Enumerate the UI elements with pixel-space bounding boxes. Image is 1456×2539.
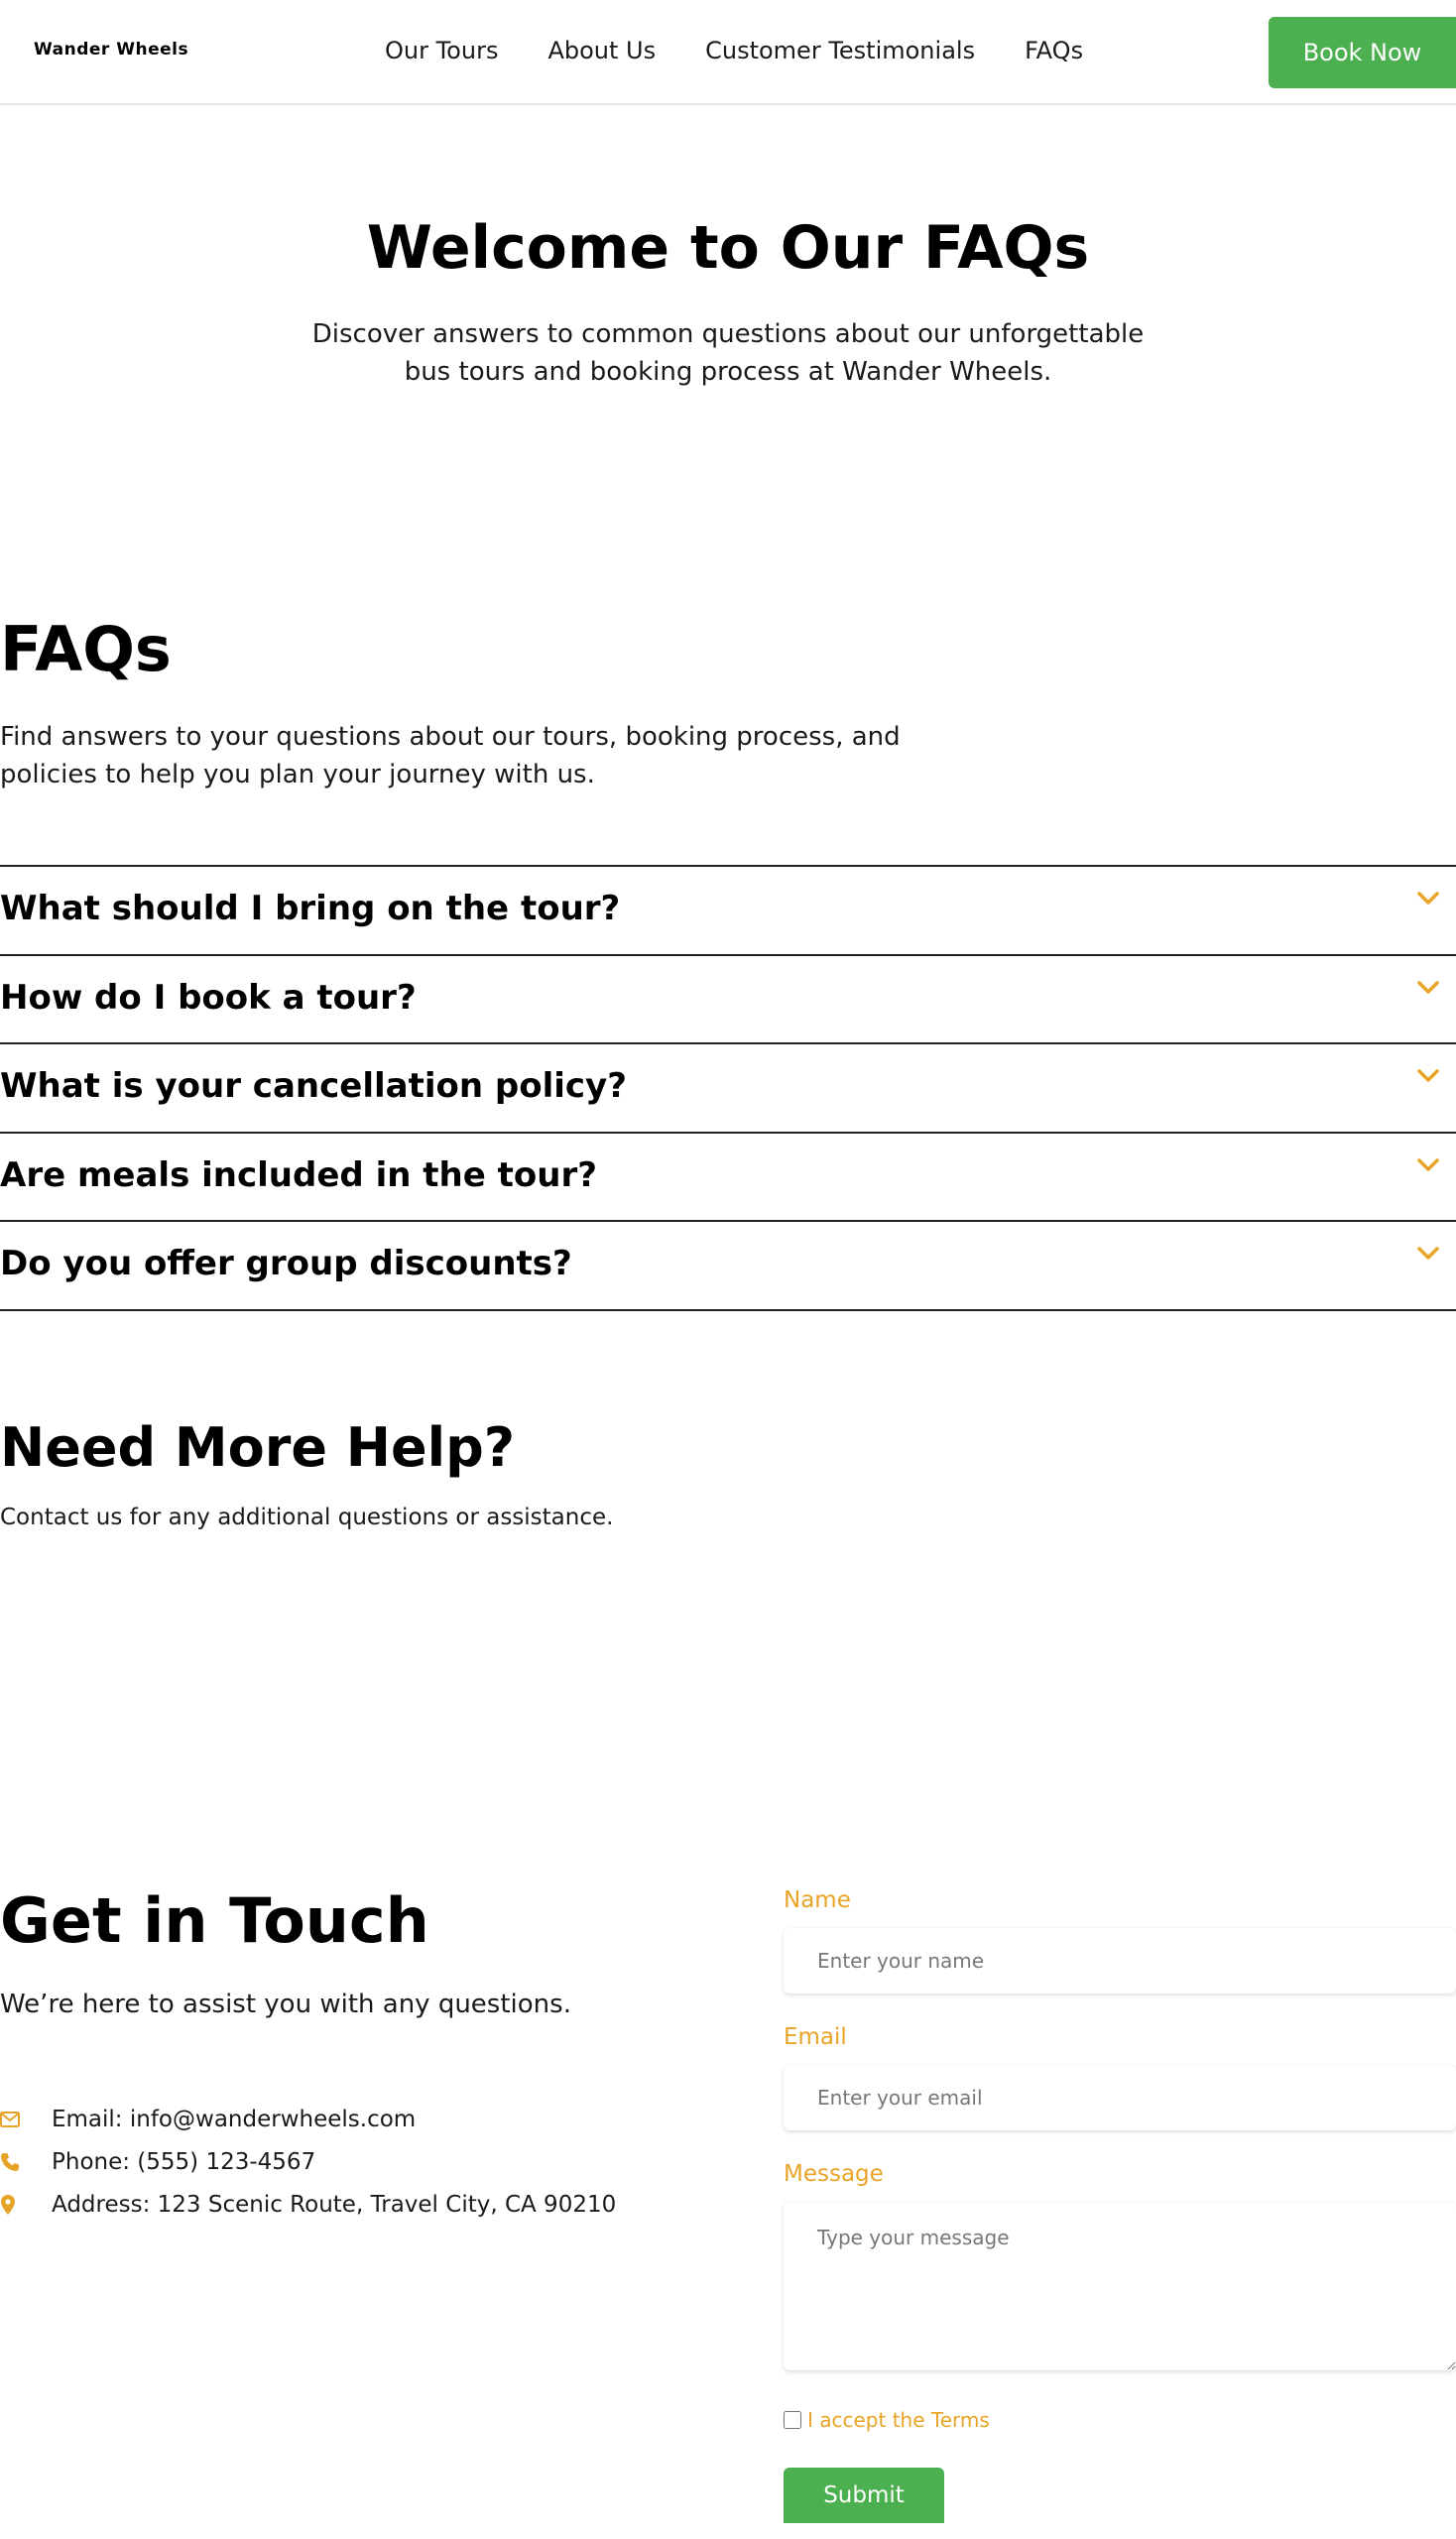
- envelope-icon: [0, 2108, 52, 2131]
- terms-row: I accept the Terms: [784, 2406, 1456, 2434]
- faq-question[interactable]: Are meals included in the tour?: [0, 1155, 597, 1195]
- nav-link-our-tours[interactable]: Our Tours: [385, 34, 498, 67]
- chevron-down-icon[interactable]: [1416, 976, 1440, 1000]
- faq-question[interactable]: How do I book a tour?: [0, 978, 417, 1018]
- hero-subtitle: Discover answers to common questions abo…: [311, 319, 1145, 387]
- email-input[interactable]: [784, 2065, 1456, 2130]
- faq-item[interactable]: What is your cancellation policy?: [0, 1042, 1456, 1132]
- contact-email-row: Email: info@wanderwheels.com: [0, 2098, 616, 2140]
- faq-item[interactable]: Are meals included in the tour?: [0, 1131, 1456, 1221]
- message-label: Message: [784, 2161, 884, 2187]
- chevron-down-icon[interactable]: [1416, 887, 1440, 910]
- map-pin-icon: [0, 2193, 52, 2217]
- faq-question[interactable]: What is your cancellation policy?: [0, 1066, 627, 1106]
- message-textarea[interactable]: [784, 2202, 1456, 2370]
- hero-title: Welcome to Our FAQs: [366, 213, 1090, 283]
- help-subtitle: Contact us for any additional questions …: [0, 1505, 614, 1530]
- contact-address: Address: 123 Scenic Route, Travel City, …: [52, 2191, 617, 2218]
- logo[interactable]: Wander Wheels: [34, 40, 188, 60]
- faq-accordion: What should I bring on the tour? How do …: [0, 865, 1456, 1311]
- faq-section-subtitle: Find answers to your questions about our…: [0, 722, 901, 789]
- faq-item[interactable]: What should I bring on the tour?: [0, 865, 1456, 954]
- nav-link-about-us[interactable]: About Us: [547, 34, 656, 67]
- submit-button[interactable]: Submit: [784, 2468, 944, 2523]
- faq-question[interactable]: Do you offer group discounts?: [0, 1244, 572, 1283]
- name-label: Name: [784, 1887, 851, 1913]
- terms-label[interactable]: I accept the Terms: [807, 2408, 990, 2432]
- nav-link-testimonials[interactable]: Customer Testimonials: [705, 34, 975, 67]
- faq-question[interactable]: What should I bring on the tour?: [0, 889, 620, 928]
- chevron-down-icon[interactable]: [1416, 1064, 1440, 1088]
- contact-address-row: Address: 123 Scenic Route, Travel City, …: [0, 2183, 616, 2226]
- faq-item[interactable]: How do I book a tour?: [0, 953, 1456, 1043]
- help-title: Need More Help?: [0, 1416, 516, 1479]
- contact-title: Get in Touch: [0, 1884, 429, 1957]
- contact-phone-row: Phone: (555) 123-4567: [0, 2140, 616, 2183]
- contact-phone[interactable]: Phone: (555) 123-4567: [52, 2149, 315, 2175]
- faq-item[interactable]: Do you offer group discounts?: [0, 1220, 1456, 1309]
- nav-link-faqs[interactable]: FAQs: [1025, 34, 1083, 67]
- main-nav: Our Tours About Us Customer Testimonials…: [385, 34, 1133, 67]
- email-label: Email: [784, 2024, 847, 2050]
- book-now-button[interactable]: Book Now: [1269, 17, 1456, 88]
- phone-icon: [0, 2150, 52, 2174]
- contact-form: Name Email Message I accept the Terms Su…: [784, 1884, 1456, 2523]
- contact-details: Email: info@wanderwheels.com Phone: (555…: [0, 2098, 616, 2226]
- name-input[interactable]: [784, 1928, 1456, 1994]
- contact-email[interactable]: Email: info@wanderwheels.com: [52, 2107, 416, 2132]
- site-header: Wander Wheels Our Tours About Us Custome…: [0, 0, 1456, 105]
- faq-section-title: FAQs: [0, 613, 172, 685]
- terms-checkbox[interactable]: [784, 2411, 801, 2429]
- chevron-down-icon[interactable]: [1416, 1153, 1440, 1177]
- chevron-down-icon[interactable]: [1416, 1242, 1440, 1266]
- contact-subtitle: We’re here to assist you with any questi…: [0, 1990, 571, 2019]
